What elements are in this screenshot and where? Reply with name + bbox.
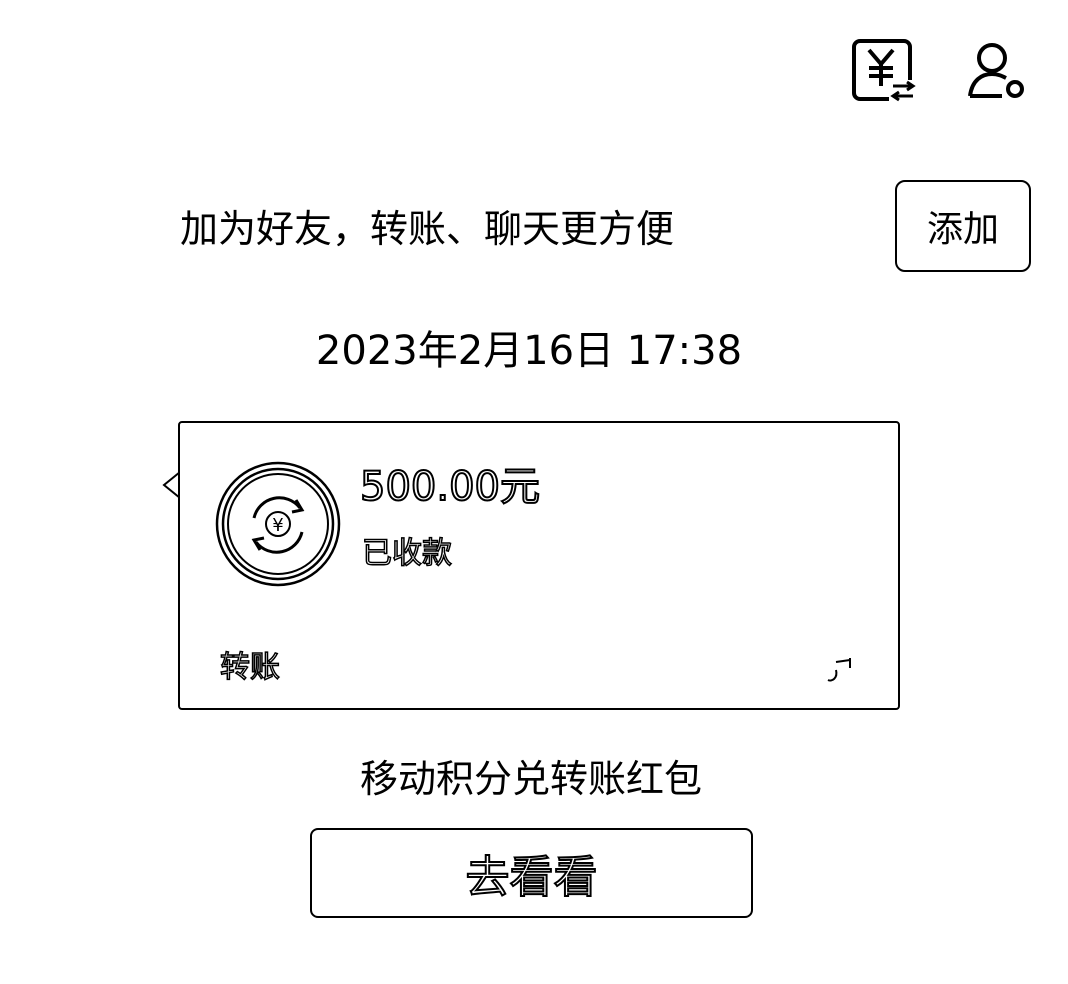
app-logo-icon <box>827 658 851 682</box>
transfer-amount: 500.00元 <box>359 463 541 511</box>
message-timestamp: 2023年2月16日 17:38 <box>315 328 743 374</box>
coin-transfer-icon: ¥ <box>215 461 341 587</box>
promo-text: 移动积分兑转账红包 <box>359 757 702 801</box>
transfer-yuan-icon[interactable] <box>851 38 917 104</box>
view-promo-button[interactable]: 去看看 <box>310 828 753 918</box>
add-friend-prompt: 加为好友，转账、聊天更方便 <box>180 207 675 251</box>
card-footer-label: 转账 <box>219 649 281 686</box>
profile-settings-icon[interactable] <box>966 40 1028 102</box>
svg-text:¥: ¥ <box>272 515 283 536</box>
transfer-status: 已收款 <box>361 535 453 572</box>
add-friend-button[interactable]: 添加 <box>895 180 1031 272</box>
